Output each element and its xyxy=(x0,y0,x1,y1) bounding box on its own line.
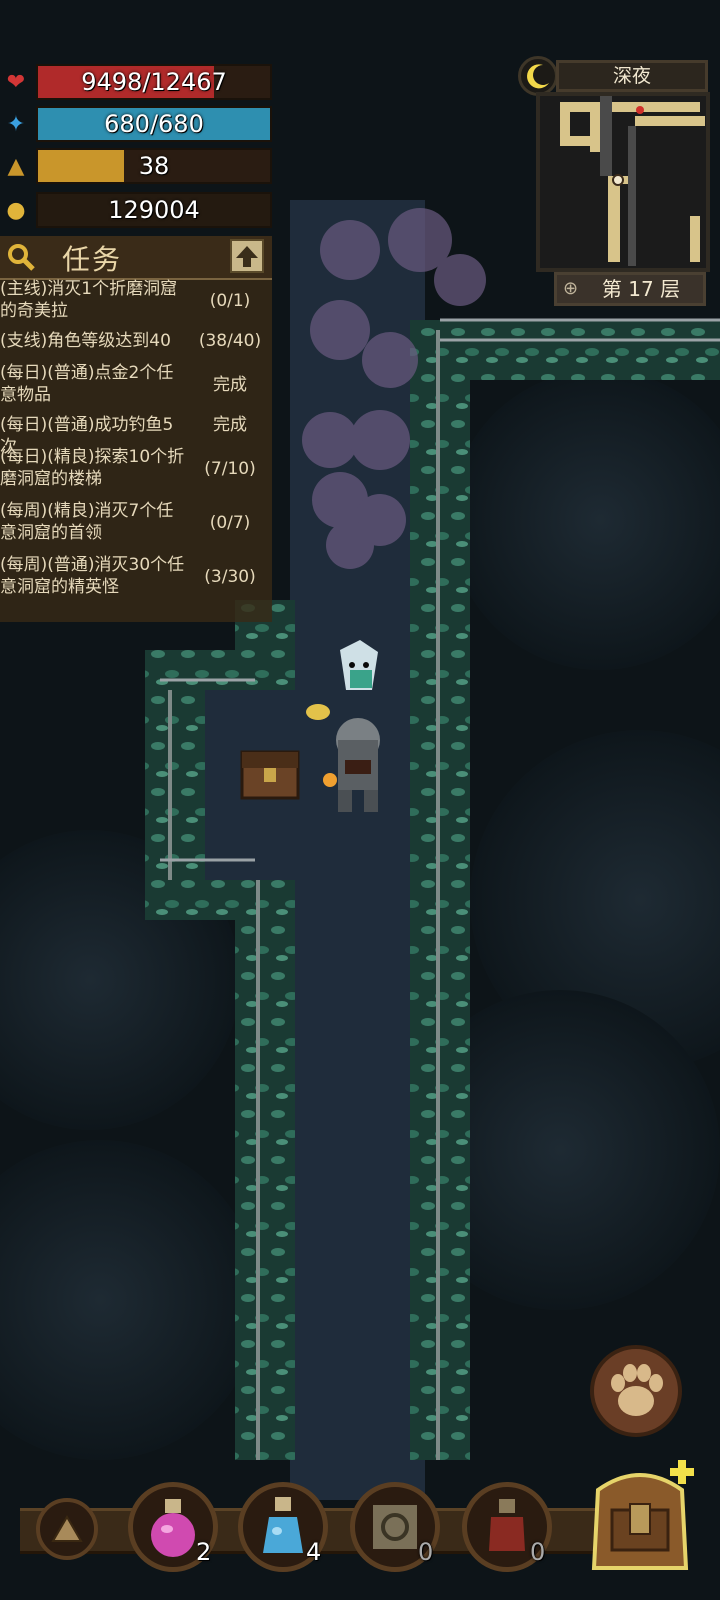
pet-button[interactable] xyxy=(590,1345,682,1437)
quest-progress: (0/7) xyxy=(209,513,251,533)
gold-display: ● 129004 xyxy=(0,192,272,230)
floor-label: 第 17 层 xyxy=(601,277,681,301)
triangle-up-icon xyxy=(51,1515,83,1542)
quest-panel: 任务 (主线)消灭1个折磨洞窟的奇美拉 (0/1) (支线)角色等级达到40 (… xyxy=(0,236,272,622)
moon-icon xyxy=(518,56,558,96)
gold-value: 129004 xyxy=(108,196,200,224)
quest-panel-title: 任务 xyxy=(62,243,123,276)
pink-potion-count: 2 xyxy=(196,1538,212,1566)
quest-name: (每周)(精良)消灭7个任意洞窟的首领 xyxy=(0,501,174,543)
collapse-button[interactable] xyxy=(230,239,264,273)
quest-progress: (3/30) xyxy=(204,567,256,587)
quest-row[interactable]: (每日)(普通)点金2个任意物品 完成 xyxy=(0,362,272,408)
gold-track: 129004 xyxy=(36,192,272,228)
hp-value: 9498/12467 xyxy=(81,68,227,96)
scroll-count: 0 xyxy=(418,1538,434,1566)
quest-progress: (7/10) xyxy=(204,459,256,479)
quest-panel-header: 任务 xyxy=(0,236,272,280)
quest-name: (支线)角色等级达到40 xyxy=(0,331,171,351)
mp-value: 680/680 xyxy=(104,110,204,138)
plus-icon xyxy=(670,1460,694,1484)
hp-bar: ❤ 9498/12467 xyxy=(0,64,272,102)
level-bar-track: 38 xyxy=(36,148,272,184)
quest-name: (主线)消灭1个折磨洞窟的奇美拉 xyxy=(0,279,178,321)
mp-bar-track: 680/680 xyxy=(36,106,272,142)
floor-indicator: ⊕ 第 17 层 xyxy=(554,272,706,306)
hp-bar-track: 9498/12467 xyxy=(36,64,272,100)
quest-row[interactable]: (每周)(精良)消灭7个任意洞窟的首领 (0/7) xyxy=(0,500,272,546)
quest-row[interactable]: (每日)(精良)探索10个折磨洞窟的楼梯 (7/10) xyxy=(0,446,272,492)
zoom-icon[interactable]: ⊕ xyxy=(563,275,578,303)
backpack-button[interactable] xyxy=(578,1450,702,1580)
quest-row[interactable]: (支线)角色等级达到40 (38/40) xyxy=(0,330,272,354)
quest-row[interactable]: (每周)(普通)消灭30个任意洞窟的精英怪 (3/30) xyxy=(0,554,272,600)
mana-icon: ✦ xyxy=(6,111,26,137)
quest-progress: (0/1) xyxy=(209,291,251,311)
red-potion-count: 0 xyxy=(530,1538,546,1566)
level-value: 38 xyxy=(138,152,170,180)
paw-icon xyxy=(611,1364,663,1416)
quest-progress: 完成 xyxy=(213,375,247,395)
quest-progress: (38/40) xyxy=(198,331,262,351)
search-icon[interactable] xyxy=(6,242,36,272)
level-triangle-icon: ▲ xyxy=(7,153,25,179)
time-of-day: 深夜 xyxy=(556,60,708,92)
quest-row[interactable]: (每日)(普通)成功钓鱼5次 完成 xyxy=(0,414,272,457)
quest-name: (每日)(普通)点金2个任意物品 xyxy=(0,363,174,405)
level-bar: ▲ 38 xyxy=(0,148,272,186)
quest-row[interactable]: (主线)消灭1个折磨洞窟的奇美拉 (0/1) xyxy=(0,278,272,324)
mp-bar: ✦ 680/680 xyxy=(0,106,272,144)
blue-potion-count: 4 xyxy=(306,1538,322,1566)
quest-name: (每周)(普通)消灭30个任意洞窟的精英怪 xyxy=(0,555,185,597)
minimap[interactable] xyxy=(536,92,710,272)
heart-icon: ❤ xyxy=(6,69,26,95)
gold-pile-icon: ● xyxy=(6,197,26,223)
arrow-up-icon xyxy=(236,246,258,267)
quest-progress: 完成 xyxy=(213,415,247,435)
quest-name: (每日)(精良)探索10个折磨洞窟的楼梯 xyxy=(0,447,185,489)
menu-button[interactable] xyxy=(36,1498,98,1560)
